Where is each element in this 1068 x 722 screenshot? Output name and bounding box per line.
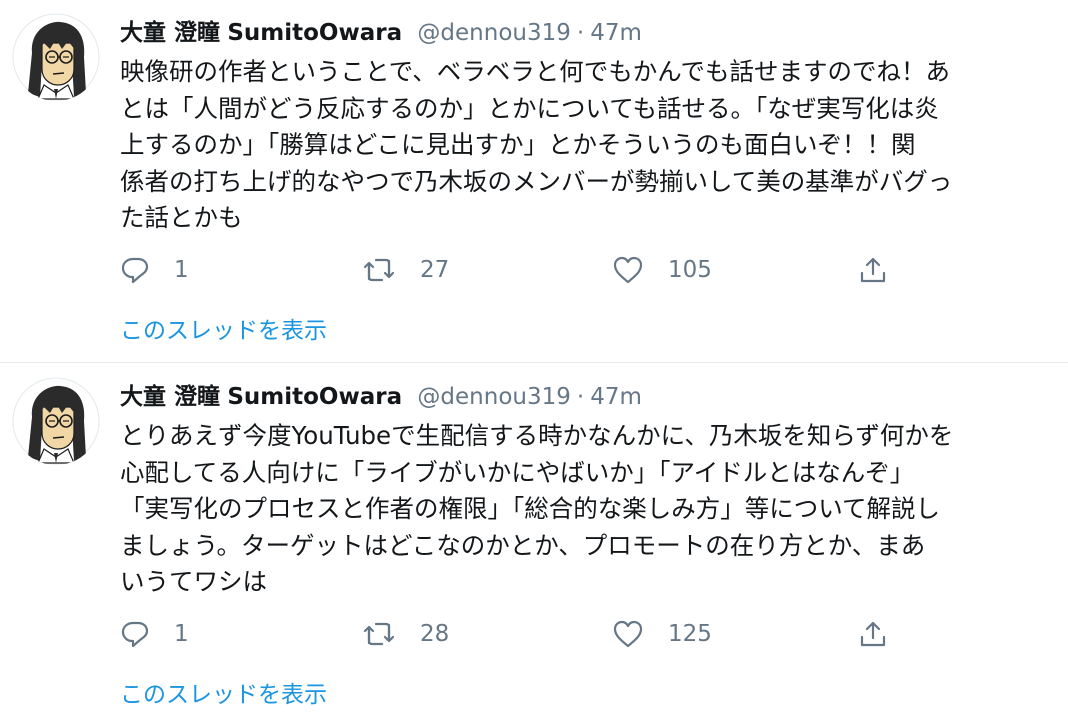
tweet[interactable]: 大童 澄瞳 SumitoOwara @dennou319 · 47m 映像研の作者と… (0, 0, 1068, 362)
tweet[interactable]: 大童 澄瞳 SumitoOwara @dennou319 · 47m とりあえず今度… (0, 364, 1068, 722)
retweet-count: 28 (420, 621, 450, 647)
user-handle[interactable]: @dennou319 (417, 20, 570, 46)
tweet-text: 映像研の作者ということで、ベラベラと何でもかんでも話せますのでね！あ とは「人間… (120, 57, 953, 233)
like-button[interactable]: 105 (612, 252, 712, 288)
username[interactable]: SumitoOwara (227, 384, 402, 410)
retweet-icon (363, 258, 395, 282)
display-name[interactable]: 大童 澄瞳 (120, 384, 220, 410)
like-count: 105 (668, 257, 712, 283)
avatar[interactable] (12, 377, 100, 465)
share-button[interactable] (858, 616, 888, 652)
show-thread-link[interactable]: このスレッドを表示 (120, 678, 327, 712)
separator-dot: · (576, 384, 585, 410)
reply-icon (121, 621, 149, 648)
retweet-icon (363, 622, 395, 646)
reply-button[interactable]: 1 (120, 616, 189, 652)
avatar-illustration-icon (12, 13, 100, 101)
action-bar: 1 27 105 (120, 252, 1000, 288)
retweet-count: 27 (420, 257, 450, 283)
tweet-header: 大童 澄瞳 SumitoOwara @dennou319 · 47m (120, 16, 642, 50)
share-icon (860, 621, 886, 647)
tweet-header: 大童 澄瞳 SumitoOwara @dennou319 · 47m (120, 380, 642, 414)
share-icon (860, 257, 886, 283)
tweet-divider (0, 362, 1068, 363)
tweet-text: とりあえず今度YouTubeで生配信する時かなんかに、乃木坂を知らず何かを 心配… (120, 421, 954, 597)
avatar-illustration-icon (12, 377, 100, 465)
reply-count: 1 (174, 257, 189, 283)
display-name[interactable]: 大童 澄瞳 (120, 20, 220, 46)
show-thread-link[interactable]: このスレッドを表示 (120, 314, 327, 348)
reply-icon (121, 257, 149, 284)
reply-count: 1 (174, 621, 189, 647)
share-button[interactable] (858, 252, 888, 288)
timestamp[interactable]: 47m (590, 384, 642, 410)
like-count: 125 (668, 621, 712, 647)
timestamp[interactable]: 47m (590, 20, 642, 46)
heart-icon (613, 620, 643, 648)
reply-button[interactable]: 1 (120, 252, 189, 288)
user-handle[interactable]: @dennou319 (417, 384, 570, 410)
avatar[interactable] (12, 13, 100, 101)
retweet-button[interactable]: 28 (362, 616, 449, 652)
heart-icon (613, 256, 643, 284)
username[interactable]: SumitoOwara (227, 20, 402, 46)
like-button[interactable]: 125 (612, 616, 712, 652)
action-bar: 1 28 125 (120, 616, 1000, 652)
separator-dot: · (576, 20, 585, 46)
retweet-button[interactable]: 27 (362, 252, 449, 288)
